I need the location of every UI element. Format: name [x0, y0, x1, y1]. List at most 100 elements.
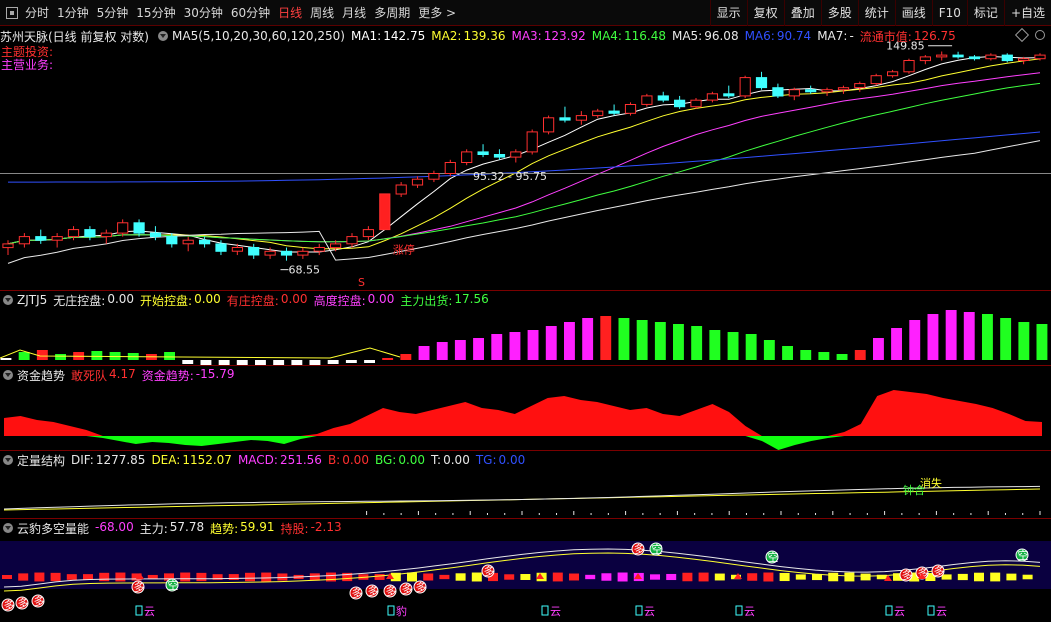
candle-body[interactable] [461, 151, 473, 164]
candle-body[interactable] [543, 117, 555, 133]
candle-body[interactable] [870, 75, 882, 85]
tool-button-0[interactable]: 显示 [709, 0, 747, 26]
diamond-icon[interactable] [1014, 27, 1030, 43]
candle-body[interactable] [657, 95, 669, 101]
candle-body[interactable] [51, 236, 63, 241]
candle-body[interactable] [444, 162, 456, 174]
candle-body[interactable] [968, 56, 981, 60]
candle-body[interactable] [952, 54, 964, 58]
candle-body[interactable] [149, 232, 162, 238]
period-tab-3[interactable]: 15分钟 [132, 0, 179, 26]
period-tab-0[interactable]: 分时 [21, 0, 53, 26]
period-tab-2[interactable]: 5分钟 [93, 0, 133, 26]
candle-body[interactable] [133, 222, 145, 234]
candle-body[interactable] [788, 89, 800, 97]
tool-button-4[interactable]: 统计 [857, 0, 895, 26]
candle-body[interactable] [231, 247, 244, 252]
candle-body[interactable] [641, 95, 653, 105]
stock-title[interactable]: 苏州天脉(日线 前复权 对数) [0, 28, 149, 45]
candle-body[interactable] [821, 89, 833, 93]
grid-icon[interactable] [6, 6, 18, 19]
candle-body[interactable] [772, 87, 784, 97]
tool-button-6[interactable]: F10 [931, 0, 967, 26]
period-tab-8[interactable]: 月线 [338, 0, 370, 26]
tool-button-7[interactable]: 标记 [966, 0, 1004, 26]
candle-body[interactable] [575, 115, 587, 121]
candle-body[interactable] [723, 93, 735, 97]
momentum-bar [34, 572, 45, 582]
candle-body[interactable] [428, 173, 440, 180]
candle-body[interactable] [166, 236, 178, 245]
candle-body[interactable] [608, 110, 620, 114]
candle-body[interactable] [199, 239, 211, 245]
collapse-icon[interactable] [3, 370, 13, 380]
candle-body[interactable] [919, 56, 931, 62]
collapse-icon[interactable] [3, 455, 13, 465]
candle-body[interactable] [248, 247, 260, 256]
candle-body[interactable] [330, 243, 342, 249]
candle-body[interactable] [346, 236, 358, 245]
candle-body[interactable] [215, 243, 227, 252]
circle-icon[interactable] [1035, 30, 1045, 40]
fund-trend-name[interactable]: 资金趋势 [17, 367, 65, 384]
candle-body[interactable] [280, 250, 293, 256]
candle-body[interactable] [493, 154, 506, 158]
zjtj-name[interactable]: ZJTJ5 [17, 293, 47, 307]
momentum-name[interactable]: 云豹多空量能 [17, 520, 89, 537]
candle-body[interactable] [18, 236, 30, 245]
candle-body[interactable] [706, 93, 718, 101]
candle-body[interactable] [690, 99, 702, 108]
collapse-icon[interactable] [3, 295, 13, 305]
period-tab-5[interactable]: 60分钟 [227, 0, 274, 26]
candle-body[interactable] [2, 243, 14, 249]
candle-body[interactable] [887, 71, 899, 77]
quant-structure-name[interactable]: 定量结构 [17, 452, 65, 469]
period-tab-1[interactable]: 1分钟 [53, 0, 93, 26]
tool-button-8[interactable]: +自选 [1003, 0, 1051, 26]
candle-body[interactable] [477, 151, 489, 156]
candle-body[interactable] [1034, 54, 1046, 60]
candle-body[interactable] [837, 87, 850, 91]
candle-body[interactable] [936, 54, 948, 58]
kline-chart[interactable]: 149.8568.5595.32 - 95.75涨停S [0, 27, 1051, 291]
tool-button-5[interactable]: 画线 [894, 0, 932, 26]
candle-body[interactable] [362, 229, 374, 238]
candle-body[interactable] [510, 151, 522, 158]
tool-button-2[interactable]: 叠加 [783, 0, 821, 26]
candle-body[interactable] [674, 99, 686, 108]
candle-body[interactable] [559, 117, 571, 121]
period-tab-4[interactable]: 30分钟 [180, 0, 227, 26]
candle-body[interactable] [35, 236, 47, 241]
collapse-icon[interactable] [158, 31, 168, 41]
candle-body[interactable] [313, 247, 325, 252]
candle-body[interactable] [379, 193, 391, 231]
candle-body[interactable] [117, 222, 129, 234]
collapse-icon[interactable] [3, 523, 13, 533]
candle-body[interactable] [1001, 54, 1013, 62]
candle-body[interactable] [903, 60, 915, 73]
period-tab-7[interactable]: 周线 [306, 0, 338, 26]
candle-body[interactable] [985, 54, 997, 60]
zjtj-bar [18, 352, 30, 360]
tool-button-1[interactable]: 复权 [746, 0, 784, 26]
candle-body[interactable] [411, 178, 424, 186]
period-tab-9[interactable]: 多周期 [370, 0, 414, 26]
candle-body[interactable] [526, 131, 538, 153]
candle-body[interactable] [624, 104, 637, 114]
tool-button-3[interactable]: 多股 [820, 0, 858, 26]
candle-body[interactable] [67, 229, 80, 238]
candle-body[interactable] [182, 239, 194, 245]
candle-body[interactable] [264, 250, 276, 256]
candle-body[interactable] [739, 77, 751, 97]
candle-body[interactable] [1018, 58, 1030, 62]
candle-body[interactable] [100, 232, 112, 238]
candle-body[interactable] [592, 110, 604, 117]
candle-body[interactable] [805, 89, 817, 93]
period-tab-6[interactable]: 日线 [274, 0, 306, 26]
candle-body[interactable] [297, 250, 309, 256]
candle-body[interactable] [395, 184, 407, 195]
candle-body[interactable] [854, 83, 866, 89]
period-tab-10[interactable]: 更多 > [414, 0, 460, 26]
candle-body[interactable] [84, 229, 96, 238]
candle-body[interactable] [755, 77, 768, 89]
